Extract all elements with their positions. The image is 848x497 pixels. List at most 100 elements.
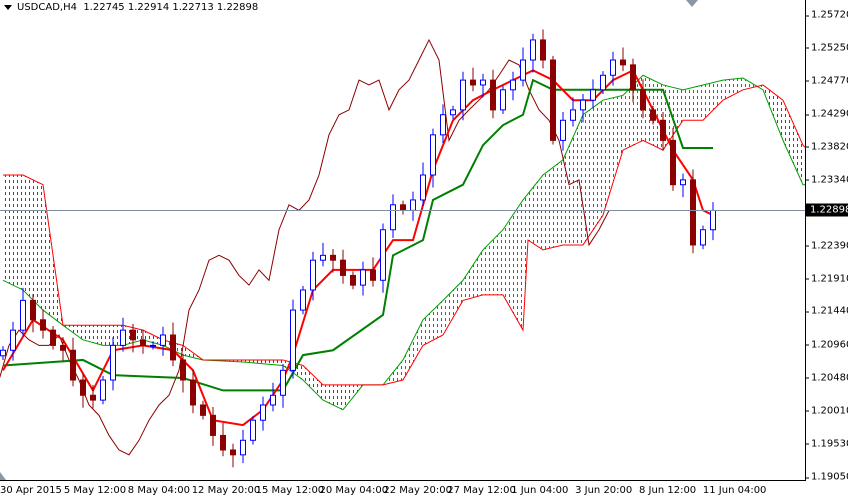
- bull-cloud-segment: [433, 307, 436, 341]
- candle-body: [270, 394, 276, 406]
- candle-body: [150, 344, 156, 347]
- bull-cloud-segment: [445, 295, 448, 331]
- bull-cloud-segment: [438, 302, 441, 338]
- bull-cloud-segment: [480, 249, 483, 296]
- bear-cloud-segment: [278, 359, 281, 366]
- bull-cloud-segment: [625, 90, 628, 149]
- price-tick-label: 1.25720: [804, 10, 848, 21]
- bear-cloud-segment: [13, 175, 16, 287]
- candle-body: [490, 79, 496, 111]
- bull-cloud-segment: [478, 253, 481, 297]
- candle-body: [340, 259, 346, 276]
- candle: [370, 257, 376, 287]
- price-tick-label: 1.22390: [804, 240, 848, 251]
- bull-cloud-segment: [538, 178, 541, 249]
- bear-cloud-segment: [98, 325, 101, 345]
- bear-cloud-segment: [28, 177, 31, 298]
- bull-cloud-segment: [590, 107, 593, 234]
- price-tick-label: 1.21910: [804, 273, 848, 284]
- bull-cloud-segment: [570, 137, 573, 245]
- candle-body: [290, 309, 296, 371]
- bull-cloud-segment: [430, 310, 433, 342]
- bear-cloud-segment: [325, 384, 328, 403]
- candle-body: [300, 289, 306, 311]
- bull-cloud-segment: [513, 211, 516, 317]
- bull-cloud-segment: [580, 114, 583, 245]
- bull-cloud-segment: [470, 265, 473, 299]
- candle-body: [590, 89, 596, 101]
- price-tick-label: 1.24290: [804, 109, 848, 120]
- bull-cloud-segment: [623, 92, 626, 151]
- candle: [250, 416, 256, 445]
- candle: [240, 429, 246, 464]
- price-tick-label: 1.23340: [804, 174, 848, 185]
- candle: [700, 225, 706, 250]
- candle-body: [690, 179, 696, 246]
- candle: [340, 249, 346, 284]
- bull-cloud-segment: [425, 314, 428, 345]
- candle: [70, 337, 76, 387]
- chart-plot-area[interactable]: USDCAD,H4 1.22745 1.22914 1.22713 1.2289…: [0, 0, 806, 481]
- candle-body: [680, 179, 686, 186]
- candle-body: [90, 394, 96, 401]
- bull-cloud-segment: [493, 237, 496, 295]
- bull-cloud-segment: [683, 89, 686, 121]
- bull-cloud-segment: [498, 232, 501, 295]
- bear-cloud-segment: [10, 175, 13, 286]
- candle: [540, 29, 546, 69]
- bull-cloud-segment: [588, 109, 591, 238]
- bull-cloud-segment: [705, 83, 708, 118]
- time-tick-label: 5 May 12:00: [63, 485, 127, 496]
- bull-cloud-segment: [553, 165, 556, 248]
- scale-fix-icon[interactable]: [0, 472, 6, 480]
- bear-cloud-segment: [800, 139, 803, 185]
- candle: [500, 85, 506, 115]
- chart-shift-icon[interactable]: [686, 0, 698, 7]
- bull-cloud-segment: [698, 85, 701, 121]
- candle-body: [60, 344, 66, 351]
- bull-cloud-segment: [618, 95, 621, 167]
- bear-cloud-segment: [343, 384, 346, 410]
- bear-cloud-segment: [793, 122, 796, 169]
- bear-cloud-segment: [803, 145, 805, 185]
- candle: [680, 173, 686, 198]
- bear-cloud-segment: [90, 325, 93, 343]
- bull-cloud-segment: [558, 161, 561, 247]
- ichimoku-cloud: [2, 74, 805, 411]
- candle: [350, 271, 356, 290]
- candle-body: [120, 329, 126, 346]
- candle: [80, 373, 86, 408]
- candle-body: [260, 404, 266, 421]
- bear-cloud-segment: [790, 117, 793, 163]
- candle-body: [570, 109, 576, 121]
- bear-cloud-segment: [108, 325, 111, 346]
- price-tick-label: 1.19050: [804, 472, 848, 483]
- bear-cloud-segment: [798, 133, 801, 180]
- candle: [510, 71, 516, 101]
- candle: [180, 353, 186, 393]
- candle-body: [70, 349, 76, 381]
- bear-cloud-segment: [8, 175, 11, 284]
- candle-body: [0, 349, 6, 357]
- candle-body: [480, 79, 486, 86]
- candle: [490, 69, 496, 119]
- candle: [200, 400, 206, 420]
- bull-cloud-segment: [688, 87, 691, 121]
- candle-body: [30, 299, 36, 321]
- bull-cloud-segment: [605, 98, 608, 208]
- bull-cloud-segment: [548, 169, 551, 249]
- time-tick-label: 20 May 04:00: [319, 485, 389, 496]
- candles: [0, 29, 716, 468]
- candle: [260, 396, 266, 431]
- bull-cloud-segment: [483, 247, 486, 295]
- candle: [530, 33, 536, 73]
- bull-cloud-segment: [583, 112, 586, 245]
- bull-cloud-segment: [533, 184, 536, 245]
- bull-cloud-segment: [505, 222, 508, 304]
- bull-cloud-segment: [520, 199, 523, 331]
- dropdown-triangle-icon[interactable]: [4, 4, 12, 10]
- bull-cloud-segment: [728, 79, 731, 98]
- bear-cloud-segment: [25, 176, 28, 296]
- bear-cloud-segment: [95, 325, 98, 345]
- candle: [620, 47, 626, 72]
